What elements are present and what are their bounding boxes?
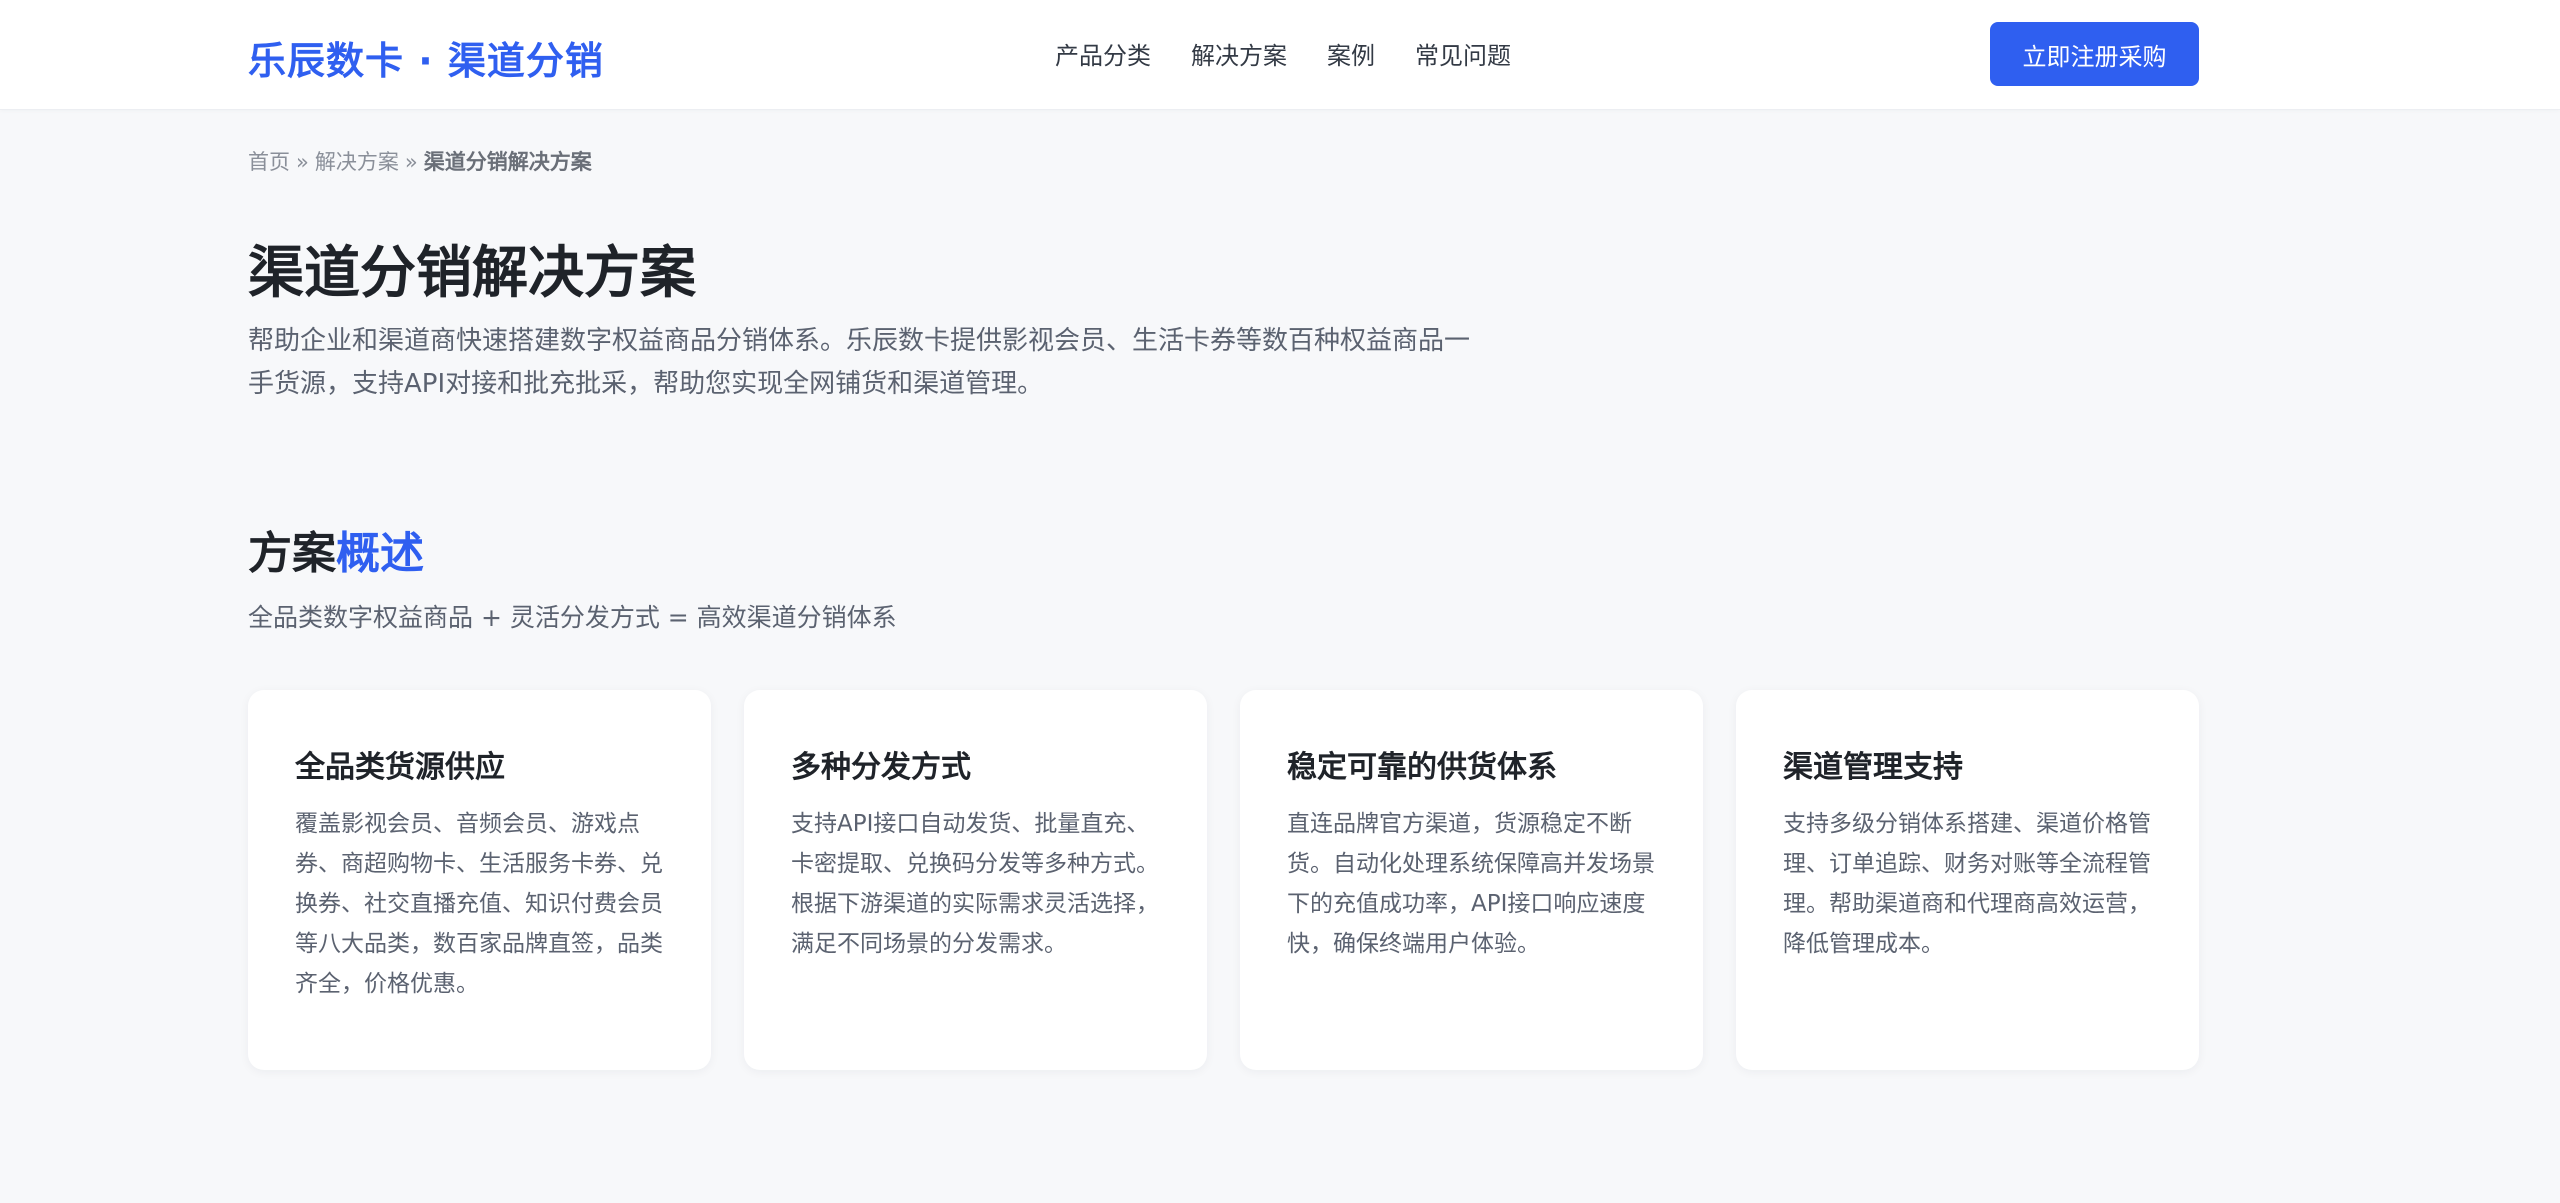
- main-nav: 产品分类 解决方案 案例 常见问题: [1055, 36, 1511, 71]
- card-title: 全品类货源供应: [295, 750, 505, 785]
- site-header: 乐辰数卡 · 渠道分销 产品分类 解决方案 案例 常见问题 立即注册采购: [0, 0, 2560, 110]
- register-purchase-button[interactable]: 立即注册采购: [1990, 22, 2199, 86]
- nav-item-cases[interactable]: 案例: [1327, 36, 1375, 71]
- card-body: 覆盖影视会员、音频会员、游戏点券、商超购物卡、生活服务卡券、兑换券、社交直播充值…: [295, 811, 663, 997]
- card-title: 渠道管理支持: [1783, 750, 1963, 785]
- breadcrumb-separator: »: [404, 150, 418, 174]
- nav-item-solutions[interactable]: 解决方案: [1191, 36, 1287, 71]
- nav-item-faq[interactable]: 常见问题: [1415, 36, 1511, 71]
- card-body: 支持多级分销体系搭建、渠道价格管理、订单追踪、财务对账等全流程管理。帮助渠道商和…: [1783, 811, 2151, 957]
- section-title: 方案概述: [248, 517, 424, 581]
- feature-card-distribution-methods: 多种分发方式 支持API接口自动发货、批量直充、卡密提取、兑换码分发等多种方式。…: [744, 690, 1207, 1070]
- feature-card-reliable-supply: 稳定可靠的供货体系 直连品牌官方渠道，货源稳定不断货。自动化处理系统保障高并发场…: [1240, 690, 1703, 1070]
- site-logo[interactable]: 乐辰数卡 · 渠道分销: [248, 30, 604, 85]
- section-title-plain: 方案: [248, 528, 336, 579]
- card-body: 支持API接口自动发货、批量直充、卡密提取、兑换码分发等多种方式。根据下游渠道的…: [791, 811, 1159, 957]
- feature-card-full-category-supply: 全品类货源供应 覆盖影视会员、音频会员、游戏点券、商超购物卡、生活服务卡券、兑换…: [248, 690, 711, 1070]
- breadcrumb-home-link[interactable]: 首页: [248, 150, 290, 174]
- nav-item-product-categories[interactable]: 产品分类: [1055, 36, 1151, 71]
- card-body: 直连品牌官方渠道，货源稳定不断货。自动化处理系统保障高并发场景下的充值成功率，A…: [1287, 811, 1655, 957]
- breadcrumb-separator: »: [296, 150, 309, 174]
- breadcrumb-current: 渠道分销解决方案: [423, 150, 592, 174]
- section-title-accent: 概述: [336, 528, 424, 579]
- card-title: 多种分发方式: [791, 750, 971, 785]
- feature-cards: 全品类货源供应 覆盖影视会员、音频会员、游戏点券、商超购物卡、生活服务卡券、兑换…: [248, 690, 2199, 1070]
- card-title: 稳定可靠的供货体系: [1287, 750, 1557, 785]
- breadcrumb: 首页» 解决方案» 渠道分销解决方案: [248, 146, 592, 176]
- page-title: 渠道分销解决方案: [248, 241, 696, 306]
- page-description: 帮助企业和渠道商快速搭建数字权益商品分销体系。乐辰数卡提供影视会员、生活卡券等数…: [248, 326, 1471, 399]
- breadcrumb-solutions-link[interactable]: 解决方案: [315, 150, 399, 174]
- section-subtitle: 全品类数字权益商品 + 灵活分发方式 = 高效渠道分销体系: [248, 603, 897, 632]
- feature-card-channel-management: 渠道管理支持 支持多级分销体系搭建、渠道价格管理、订单追踪、财务对账等全流程管理…: [1736, 690, 2199, 1070]
